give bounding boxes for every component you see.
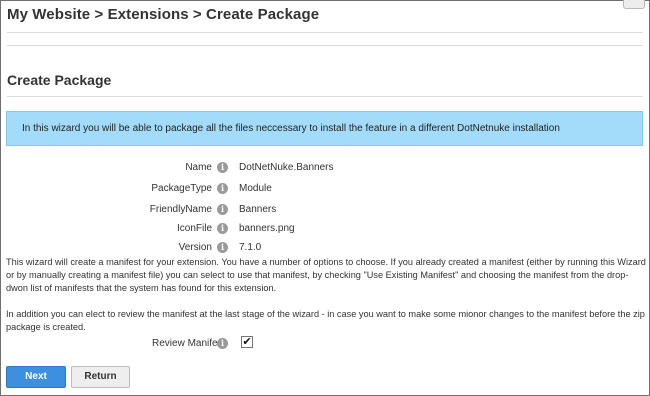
wizard-description: This wizard will create a manifest for y… [6, 257, 646, 293]
field-value: DotNetNuke.Banners [239, 162, 334, 173]
next-button[interactable]: Next [6, 366, 66, 388]
field-label: Name [185, 162, 212, 173]
info-icon[interactable]: i [217, 338, 228, 349]
field-value: 7.1.0 [239, 242, 262, 253]
breadcrumb: My Website > Extensions > Create Package [7, 6, 320, 23]
field-label: Version [178, 242, 212, 253]
field-row-name: Name i DotNetNuke.Banners [0, 161, 650, 177]
field-row-packagetype: PackageType i Module [0, 182, 650, 198]
info-icon[interactable]: i [217, 183, 228, 194]
divider [7, 32, 643, 33]
page-title: Create Package [7, 72, 112, 88]
review-description: In addition you can elect to review the … [6, 309, 645, 332]
field-label: FriendlyName [149, 204, 212, 215]
field-value: Module [239, 183, 272, 194]
divider [7, 96, 643, 97]
info-icon[interactable]: i [217, 223, 228, 234]
divider [7, 45, 643, 46]
field-row-friendlyname: FriendlyName i Banners [0, 203, 650, 219]
return-button[interactable]: Return [71, 366, 130, 388]
info-icon[interactable]: i [217, 162, 228, 173]
info-banner: In this wizard you will be able to packa… [6, 111, 643, 146]
field-label: PackageType [151, 183, 212, 194]
window-frame [0, 0, 650, 396]
info-icon[interactable]: i [217, 242, 228, 253]
field-value: banners.png [239, 223, 295, 234]
window-corner-button[interactable] [623, 0, 645, 9]
info-icon[interactable]: i [217, 204, 228, 215]
field-label: IconFile [176, 223, 212, 234]
review-manifest-checkbox[interactable]: ✔ [241, 336, 253, 348]
field-row-version: Version i 7.1.0 [0, 241, 650, 257]
field-row-iconfile: IconFile i banners.png [0, 222, 650, 238]
field-value: Banners [239, 204, 277, 215]
